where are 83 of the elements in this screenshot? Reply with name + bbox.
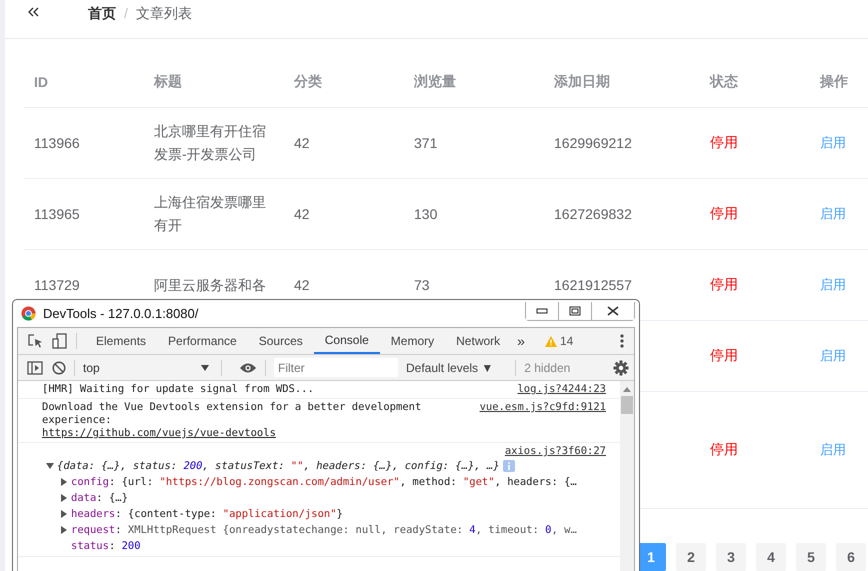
levels-dropdown[interactable]: Default levels ▼ (404, 360, 508, 374)
table-cell: 1627269832 (554, 206, 632, 222)
scrollbar-thumb[interactable] (621, 396, 633, 414)
column-header: 添加日期 (554, 73, 611, 91)
table-cell: 42 (294, 206, 310, 222)
table-cell: 113965 (34, 206, 80, 222)
clear-console-icon[interactable] (52, 360, 66, 374)
page-button[interactable]: 2 (676, 543, 706, 571)
collapsed-arrow-icon[interactable] (60, 494, 68, 502)
minimize-button[interactable] (526, 302, 559, 320)
inspect-icon[interactable] (27, 333, 43, 349)
collapsed-arrow-icon[interactable] (60, 510, 68, 518)
status-text: 停用 (710, 205, 738, 221)
restore-icon (569, 306, 581, 316)
context-value: top (83, 360, 100, 374)
table-cell: 42 (294, 277, 310, 293)
scrollbar[interactable] (620, 381, 634, 571)
warning-icon (544, 336, 557, 346)
table-cell: 1629969212 (554, 135, 632, 151)
caret-icon (201, 364, 209, 370)
table-cell: 42 (294, 135, 310, 151)
table-cell: 371 (414, 135, 438, 151)
breadcrumb-separator: / (124, 5, 128, 23)
devtools-tab[interactable]: Sources (248, 328, 314, 354)
table-cell: 1621912557 (554, 277, 632, 293)
sidebar-toggle-icon[interactable] (27, 360, 43, 374)
column-header: 浏览量 (414, 73, 457, 91)
devtools-tab[interactable]: Network (445, 328, 512, 354)
table-cell-text: 北京哪里有开住宿发票-开发票公司 (154, 122, 267, 164)
table-cell: 130 (414, 206, 438, 222)
page-button[interactable]: 3 (716, 543, 746, 571)
collapsed-arrow-icon[interactable] (60, 526, 68, 534)
table-cell-text: 阿里云服务器和各 (154, 276, 267, 294)
table-cell: 73 (414, 277, 430, 293)
device-icon[interactable] (52, 333, 68, 349)
object-property: status: 200 (71, 540, 141, 552)
page-button[interactable]: 4 (756, 543, 786, 571)
breadcrumb-item[interactable]: 文章列表 (136, 5, 192, 23)
collapsed-arrow-icon[interactable] (60, 478, 68, 486)
scroll-up-icon[interactable] (622, 385, 632, 393)
hidden-count: 2 hidden (524, 360, 570, 374)
column-header: 状态 (710, 73, 739, 91)
warning-count[interactable]: 14 (560, 334, 574, 348)
context-dropdown[interactable]: top (83, 360, 213, 374)
settings-icon[interactable] (613, 360, 629, 376)
table-cell: 113729 (34, 277, 80, 293)
status-text: 停用 (710, 276, 738, 292)
devtools-tab[interactable]: Elements (85, 328, 158, 354)
console-message: Download the Vue Devtools extension for a better development experience: (42, 401, 422, 427)
page-button[interactable]: 5 (796, 543, 826, 571)
object-property: config: {url: "https://blog.zongscan.com/admin/user", method: "get", headers: {… (71, 476, 577, 488)
close-icon (607, 306, 619, 316)
filter-field[interactable]: Filter (274, 358, 398, 377)
collapse-icon[interactable] (28, 7, 40, 17)
table-cell-text: 上海住宿发票哪里有开 (154, 193, 267, 235)
status-text: 停用 (710, 347, 738, 363)
more-tabs-button[interactable]: » (511, 333, 531, 349)
console-message: [HMR] Waiting for update signal from WDS... (42, 383, 315, 396)
table-cell: 113966 (34, 135, 80, 151)
column-header: 分类 (294, 73, 323, 91)
expanded-arrow-icon[interactable] (46, 462, 54, 470)
object-summary: {data: {…}, status: 200, statusText: "", headers: {…}, config: {…}, …} (57, 460, 500, 472)
status-text: 停用 (710, 441, 738, 457)
devtools-tab[interactable]: Memory (380, 328, 446, 354)
minimize-icon (536, 308, 548, 314)
chrome-logo-icon (21, 306, 36, 321)
devtools-tab[interactable]: Performance (157, 328, 248, 354)
window-title: DevTools - 127.0.0.1:8080/ (43, 306, 198, 321)
source-link[interactable]: vue.esm.js?c9fd:9121 (480, 401, 606, 440)
source-link[interactable]: axios.js?3f60:27 (504, 445, 606, 458)
breadcrumb-item[interactable]: 首页 (88, 5, 116, 23)
column-header: ID (34, 74, 49, 90)
column-header: 标题 (154, 73, 183, 91)
source-link[interactable]: log.js?4244:23 (517, 383, 606, 396)
menu-icon[interactable] (620, 334, 624, 348)
status-text: 停用 (710, 134, 738, 150)
column-header: 操作 (820, 73, 849, 91)
object-property: headers: {content-type: "application/json"} (71, 508, 343, 520)
page-button[interactable]: 6 (836, 543, 866, 571)
object-property: request: XMLHttpRequest {onreadystatechange: null, readyState: 4, timeout: 0, w… (71, 524, 577, 536)
eye-icon[interactable] (239, 362, 257, 374)
object-property: data: {…} (71, 492, 128, 504)
console-link[interactable]: https://github.com/vuejs/vue-devtools (42, 427, 442, 440)
